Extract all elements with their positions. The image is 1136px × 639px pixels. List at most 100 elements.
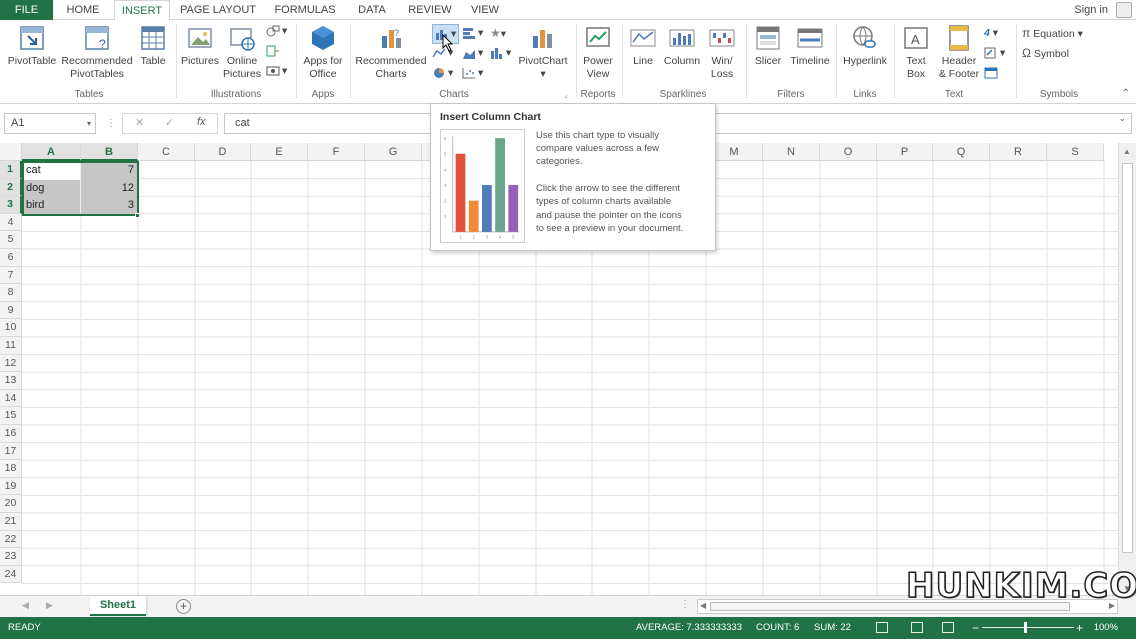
tab-file[interactable]: FILE <box>0 0 53 20</box>
insert-statistic-chart-button[interactable]: ▾ <box>490 46 511 60</box>
row-header-7[interactable]: 7 <box>0 266 22 285</box>
name-box[interactable]: A1 ▾ <box>4 113 96 134</box>
row-header-22[interactable]: 22 <box>0 530 22 549</box>
column-header-b[interactable]: B <box>81 143 138 161</box>
row-header-17[interactable]: 17 <box>0 442 22 461</box>
apps-for-office-button[interactable]: Apps for Office <box>300 24 346 81</box>
zoom-level[interactable]: 100% <box>1094 617 1118 639</box>
column-header-g[interactable]: G <box>365 143 422 161</box>
zoom-out-icon[interactable]: − <box>972 617 979 639</box>
row-header-10[interactable]: 10 <box>0 319 22 337</box>
column-header-n[interactable]: N <box>763 143 820 161</box>
name-box-dropdown-icon[interactable]: ▾ <box>87 114 91 133</box>
insert-bar-chart-button[interactable]: ▾ <box>462 26 483 40</box>
tab-view[interactable]: VIEW <box>464 0 506 21</box>
column-header-c[interactable]: C <box>138 143 195 161</box>
column-header-f[interactable]: F <box>308 143 365 161</box>
column-header-d[interactable]: D <box>195 143 251 161</box>
row-header-13[interactable]: 13 <box>0 372 22 390</box>
signature-line-button[interactable]: ▾ <box>984 46 1005 60</box>
smartart-button[interactable] <box>266 44 282 58</box>
object-button[interactable] <box>984 66 1000 80</box>
row-header-18[interactable]: 18 <box>0 460 22 478</box>
user-avatar[interactable] <box>1116 2 1132 18</box>
cancel-icon[interactable]: ✕ <box>135 116 144 129</box>
charts-dialog-launcher-icon[interactable]: ⌟ <box>564 90 568 99</box>
tab-formulas[interactable]: FORMULAS <box>266 0 344 21</box>
status-average[interactable]: AVERAGE: 7.333333333 <box>636 617 742 639</box>
table-button[interactable]: Table <box>136 24 170 68</box>
column-header-s[interactable]: S <box>1047 143 1104 161</box>
row-header-16[interactable]: 16 <box>0 425 22 443</box>
power-view-button[interactable]: Power View <box>578 24 618 81</box>
row-header-15[interactable]: 15 <box>0 407 22 425</box>
row-header-4[interactable]: 4 <box>0 213 22 232</box>
pivotchart-button[interactable]: PivotChart ▾ <box>516 24 570 81</box>
row-header-5[interactable]: 5 <box>0 231 22 249</box>
row-header-20[interactable]: 20 <box>0 495 22 513</box>
row-header-21[interactable]: 21 <box>0 513 22 531</box>
header-footer-button[interactable]: Header & Footer <box>936 24 982 81</box>
screenshot-button[interactable]: ▾ <box>266 64 287 78</box>
column-header-p[interactable]: P <box>877 143 933 161</box>
column-header-e[interactable]: E <box>251 143 308 161</box>
column-header-q[interactable]: Q <box>933 143 990 161</box>
row-header-11[interactable]: 11 <box>0 337 22 355</box>
status-sum[interactable]: SUM: 22 <box>814 617 851 639</box>
tab-review[interactable]: REVIEW <box>402 0 458 21</box>
zoom-slider[interactable] <box>982 627 1074 628</box>
hyperlink-button[interactable]: Hyperlink <box>840 24 890 68</box>
insert-scatter-chart-button[interactable]: ▾ <box>462 66 483 80</box>
scroll-up-icon[interactable]: ▲ <box>1123 147 1131 156</box>
recommended-pivottables-button[interactable]: ? Recommended PivotTables <box>60 24 134 81</box>
normal-view-icon[interactable] <box>876 622 888 633</box>
zoom-in-icon[interactable]: + <box>1076 617 1083 639</box>
insert-area-chart-button[interactable]: ▾ <box>462 46 483 60</box>
row-header-8[interactable]: 8 <box>0 284 22 302</box>
online-pictures-button[interactable]: Online Pictures <box>222 24 262 81</box>
row-header-3[interactable]: 3 <box>0 196 22 214</box>
row-header-6[interactable]: 6 <box>0 249 22 267</box>
row-header-14[interactable]: 14 <box>0 389 22 408</box>
vertical-scroll-thumb[interactable] <box>1122 163 1133 553</box>
prev-sheet-icon[interactable]: ◀ <box>22 600 29 611</box>
collapse-ribbon-icon[interactable]: ⌃ <box>1122 88 1130 99</box>
slicer-button[interactable]: Slicer <box>750 24 786 68</box>
pictures-button[interactable]: Pictures <box>180 24 220 68</box>
tab-page-layout[interactable]: PAGE LAYOUT <box>176 0 260 21</box>
symbol-button[interactable]: Ω Symbol <box>1022 46 1069 61</box>
tab-split-handle-icon[interactable]: ⋮ <box>680 599 690 610</box>
sparkline-column-button[interactable]: Column <box>662 24 702 68</box>
tab-data[interactable]: DATA <box>350 0 394 21</box>
row-header-2[interactable]: 2 <box>0 178 22 197</box>
expand-formula-bar-icon[interactable]: ⌄ <box>1118 113 1126 124</box>
equation-button[interactable]: π Equation ▾ <box>1022 26 1083 41</box>
status-count[interactable]: COUNT: 6 <box>756 617 799 639</box>
select-all-corner[interactable] <box>0 143 22 161</box>
column-header-a[interactable]: A <box>22 143 81 161</box>
pivottable-button[interactable]: PivotTable <box>4 24 60 68</box>
sign-in-link[interactable]: Sign in <box>1074 0 1108 20</box>
sparkline-line-button[interactable]: Line <box>626 24 660 68</box>
row-header-24[interactable]: 24 <box>0 565 22 584</box>
sheet-tab-sheet1[interactable]: Sheet1 <box>90 596 146 616</box>
shapes-button[interactable]: ▾ <box>266 24 287 38</box>
zoom-slider-thumb[interactable] <box>1024 622 1027 633</box>
next-sheet-icon[interactable]: ▶ <box>46 600 53 611</box>
add-sheet-icon[interactable]: + <box>176 599 191 614</box>
page-layout-view-icon[interactable] <box>911 622 923 633</box>
tab-insert[interactable]: INSERT <box>114 0 170 21</box>
row-header-19[interactable]: 19 <box>0 477 22 496</box>
column-header-r[interactable]: R <box>990 143 1047 161</box>
text-box-button[interactable]: A Text Box <box>898 24 934 81</box>
tab-home[interactable]: HOME <box>58 0 108 21</box>
insert-function-icon[interactable]: fx <box>197 116 206 128</box>
row-header-9[interactable]: 9 <box>0 301 22 320</box>
scroll-left-icon[interactable]: ◀ <box>700 601 706 610</box>
vertical-scrollbar[interactable]: ▲ ▼ <box>1118 143 1136 595</box>
timeline-button[interactable]: Timeline <box>788 24 832 68</box>
fill-handle[interactable] <box>135 213 140 218</box>
row-header-23[interactable]: 23 <box>0 548 22 566</box>
row-header-12[interactable]: 12 <box>0 354 22 373</box>
column-header-o[interactable]: O <box>820 143 877 161</box>
